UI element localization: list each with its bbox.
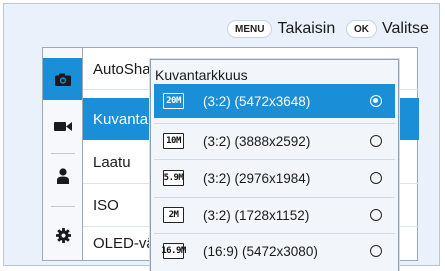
size-option-10m[interactable]: 10M (3:2) (3888x2592) [154,124,395,158]
size-5-9m-icon: 5.9M [163,170,184,186]
size-option-label: (16:9) (5472x3080) [203,243,318,259]
icon-divider [51,153,75,154]
radio-unselected-icon[interactable] [370,209,382,221]
gear-icon [55,227,71,243]
size-option-label: (3:2) (5472x3648) [203,93,311,109]
menu-item-label: OLED-vä [93,234,155,252]
icon-divider [51,206,75,207]
radio-unselected-icon[interactable] [370,172,382,184]
size-option-label: (3:2) (2976x1984) [203,170,311,186]
image-size-popup: Kuvantarkkuus 20M (3:2) (5472x3648) 10M … [150,59,399,271]
option-divider [154,159,395,160]
category-camera[interactable] [43,58,83,100]
radio-unselected-icon[interactable] [370,135,382,147]
menu-item-label: Laatu [93,153,131,171]
select-label: Valitse [382,20,429,37]
category-user[interactable] [43,158,83,194]
select-hint[interactable]: OK Valitse [346,18,429,40]
menu-item-iso[interactable]: ISO [83,186,119,224]
size-option-20m[interactable]: 20M (3:2) (5472x3648) [154,84,395,118]
camera-icon [55,73,71,86]
menu-item-autoshare[interactable]: AutoSha [83,50,151,88]
size-option-2m[interactable]: 2M (3:2) (1728x1152) [154,198,395,232]
category-icon-column [42,47,83,261]
category-video[interactable] [43,110,83,142]
menu-item-oled[interactable]: OLED-vä [83,224,155,262]
ok-key-pill: OK [346,20,377,38]
size-option-label: (3:2) (3888x2592) [203,133,311,149]
size-2m-icon: 2M [163,207,184,223]
menu-item-label: ISO [93,196,119,214]
radio-unselected-icon[interactable] [370,245,382,257]
size-20m-icon: 20M [163,93,184,109]
popup-title: Kuvantarkkuus [155,67,248,83]
menu-key-pill: MENU [227,20,273,38]
menu-item-label: Kuvantar [93,110,154,128]
camera-menu-screen: MENU Takaisin OK Valitse AutoSha Kuvanta… [3,3,440,271]
category-settings[interactable] [43,216,83,254]
size-option-label: (3:2) (1728x1152) [203,207,310,223]
size-option-16-9m[interactable]: 16.9M (16:9) (5472x3080) [154,234,395,268]
menu-item-label: AutoSha [93,60,151,78]
size-16-9m-icon: 16.9M [161,243,186,259]
size-option-5-9m[interactable]: 5.9M (3:2) (2976x1984) [154,161,395,195]
size-10m-icon: 10M [163,133,184,149]
person-icon [57,168,69,184]
video-icon [54,121,72,131]
menu-item-quality[interactable]: Laatu [83,143,131,181]
radio-selected-icon[interactable] [370,95,382,107]
back-hint[interactable]: MENU Takaisin [227,18,335,40]
back-label: Takaisin [277,20,336,37]
